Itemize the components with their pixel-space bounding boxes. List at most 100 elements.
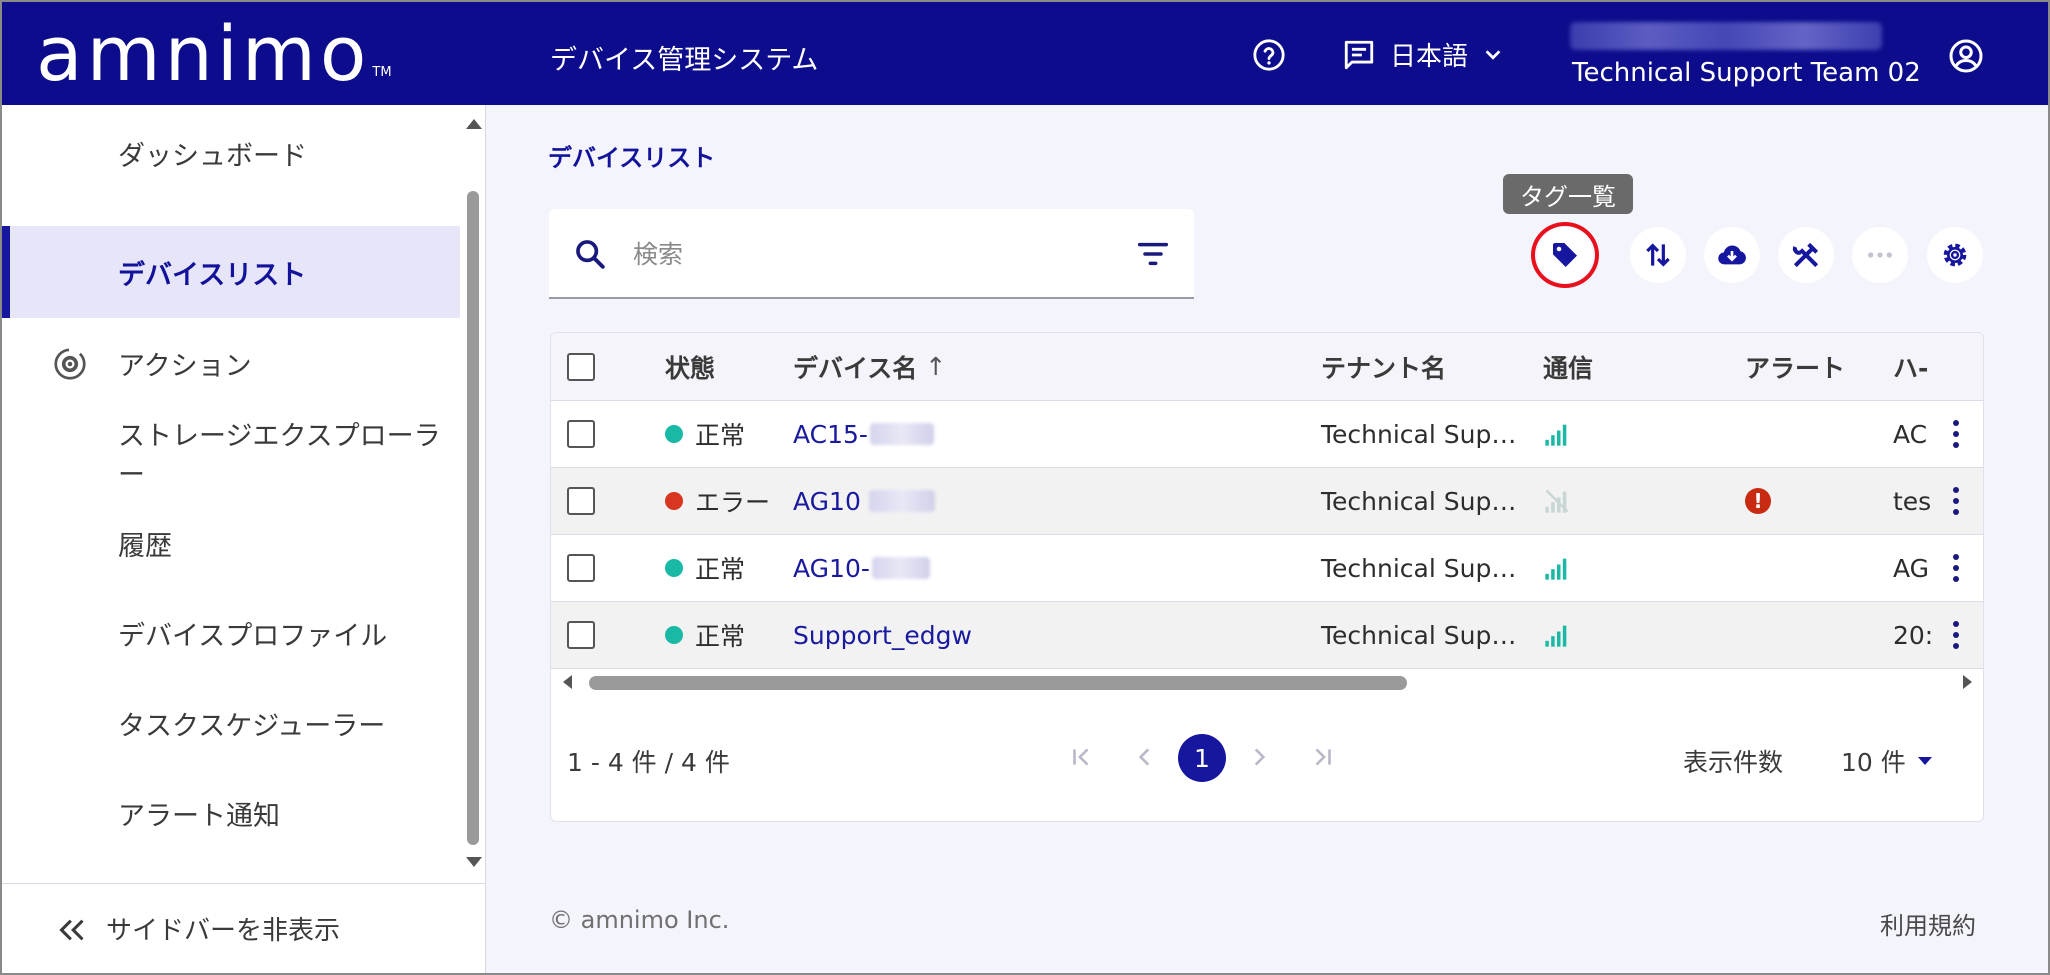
sidebar-item-action[interactable]: アクション [2, 318, 460, 408]
status-error-icon [665, 492, 683, 510]
sidebar-item-label: タスクスケジューラー [118, 710, 386, 742]
search-input[interactable] [633, 229, 1093, 279]
scroll-right-arrow-icon[interactable] [1963, 675, 1972, 689]
more-button[interactable] [1852, 227, 1908, 283]
row-checkbox[interactable] [567, 554, 595, 582]
page-1-button[interactable]: 1 [1178, 734, 1226, 782]
sidebar-item-label: デバイスプロファイル [118, 620, 388, 652]
sidebar-item-storage-explorer[interactable]: ストレージエクスプローラー [2, 408, 460, 498]
column-tenant[interactable]: テナント名 [1321, 333, 1446, 400]
chevron-right-icon [1254, 748, 1266, 766]
hardware-cell: 20: [1893, 620, 1934, 650]
header-cell-checkbox [567, 333, 595, 400]
per-page-select[interactable]: 10 件 [1841, 743, 1932, 779]
language-selector[interactable]: 日本語 [1342, 36, 1504, 73]
table-row[interactable]: 正常 AC15- Technical Sup… AC [551, 401, 1983, 468]
tools-icon [1792, 242, 1819, 268]
sidebar: ダッシュボード デバイスリスト アクション ストレージエクスプローラー 履歴 デ… [2, 105, 486, 973]
alert-icon[interactable]: ! [1745, 488, 1771, 514]
table-row[interactable]: 正常 Support_edgw Technical Sup… 20: [551, 602, 1983, 669]
sidebar-item-device-profile[interactable]: デバイスプロファイル [2, 588, 460, 678]
sidebar-item-label: アクション [118, 350, 252, 382]
tools-button[interactable] [1778, 227, 1834, 283]
column-device-name-label: デバイス名 [793, 353, 918, 383]
signal-good-icon [1545, 625, 1567, 647]
hide-sidebar-label: サイドバーを非表示 [106, 916, 341, 946]
column-device-name[interactable]: デバイス名 ↑ [793, 333, 946, 400]
status-ok-icon [665, 425, 683, 443]
table-horizontal-scrollbar[interactable] [551, 669, 1983, 693]
first-page-button[interactable] [1061, 737, 1101, 777]
row-menu-button[interactable] [1953, 401, 1959, 467]
row-checkbox-cell [567, 535, 595, 601]
alert-cell: ! [1745, 468, 1771, 534]
row-menu-button[interactable] [1953, 468, 1959, 534]
next-page-button[interactable] [1239, 737, 1279, 777]
row-checkbox[interactable] [567, 487, 595, 515]
prev-page-button[interactable] [1125, 737, 1165, 777]
scroll-down-arrow-icon[interactable] [466, 857, 482, 867]
help-icon[interactable] [1252, 38, 1286, 72]
account-icon[interactable] [1948, 38, 1984, 74]
column-status[interactable]: 状態 [665, 333, 715, 400]
redacted-text [869, 423, 934, 445]
sidebar-item-task-scheduler[interactable]: タスクスケジューラー [2, 678, 460, 768]
scroll-left-arrow-icon[interactable] [563, 675, 572, 689]
download-button[interactable] [1704, 227, 1760, 283]
cloud-download-icon [1718, 245, 1746, 265]
row-menu-button[interactable] [1953, 602, 1959, 668]
status-ok-icon [665, 559, 683, 577]
language-label: 日本語 [1390, 42, 1469, 72]
sidebar-item-alert-notification[interactable]: アラート通知 [2, 768, 460, 858]
sidebar-item-label: 履歴 [118, 530, 172, 562]
sidebar-scroll-thumb[interactable] [467, 191, 479, 845]
tenant-cell: Technical Sup… [1321, 486, 1517, 516]
sort-button[interactable] [1630, 227, 1686, 283]
device-name-text: Support_edgw [793, 620, 972, 650]
kebab-menu-icon [1953, 487, 1959, 515]
chat-icon [1344, 40, 1374, 69]
status-cell: 正常 [665, 401, 745, 467]
kebab-menu-icon [1953, 420, 1959, 448]
device-name-text: AC15- [793, 419, 868, 449]
table-row[interactable]: 正常 AG10- Technical Sup… AG [551, 535, 1983, 602]
column-hardware[interactable]: ハ- [1893, 333, 1928, 400]
device-name-link[interactable]: AG10 [793, 468, 935, 534]
column-alert[interactable]: アラート [1745, 333, 1845, 400]
sidebar-item-label: ストレージエクスプローラー [118, 421, 441, 491]
sidebar-item-label: アラート通知 [118, 800, 280, 832]
settings-button[interactable] [1927, 227, 1983, 283]
row-checkbox[interactable] [567, 621, 595, 649]
status-text: 正常 [695, 622, 746, 651]
signal-good-icon [1545, 558, 1567, 580]
tenant-cell: Technical Sup… [1321, 419, 1517, 449]
column-comm[interactable]: 通信 [1543, 333, 1593, 400]
filter-icon[interactable] [1137, 239, 1169, 269]
redacted-text [868, 490, 935, 512]
amnimo-logo[interactable]: amnimo TM [36, 16, 392, 92]
sidebar-item-device-list[interactable]: デバイスリスト [2, 226, 460, 318]
sidebar-item-dashboard[interactable]: ダッシュボード [2, 108, 460, 198]
last-page-button[interactable] [1303, 737, 1343, 777]
row-menu-button[interactable] [1953, 535, 1959, 601]
hide-sidebar-button[interactable]: サイドバーを非表示 [2, 883, 486, 973]
select-all-checkbox[interactable] [567, 352, 595, 381]
terms-link[interactable]: 利用規約 [1880, 906, 1976, 941]
per-page-value: 10 件 [1841, 748, 1906, 777]
double-chevron-left-icon [59, 919, 84, 941]
sidebar-item-history[interactable]: 履歴 [2, 498, 460, 588]
table-row[interactable]: エラー AG10 Technical Sup… ! tes [551, 468, 1983, 535]
status-cell: エラー [665, 468, 770, 534]
row-checkbox-cell [567, 401, 595, 467]
hardware-cell: AC [1893, 419, 1928, 449]
status-cell: 正常 [665, 535, 745, 601]
status-cell: 正常 [665, 602, 745, 668]
hardware-cell: AG [1893, 553, 1930, 583]
row-checkbox[interactable] [567, 420, 595, 448]
device-name-link[interactable]: AG10- [793, 535, 930, 601]
device-name-link[interactable]: Support_edgw [793, 602, 972, 668]
horizontal-scroll-thumb[interactable] [589, 676, 1407, 690]
scroll-up-arrow-icon[interactable] [466, 119, 482, 129]
device-name-link[interactable]: AC15- [793, 401, 934, 467]
status-text: 正常 [695, 555, 746, 584]
